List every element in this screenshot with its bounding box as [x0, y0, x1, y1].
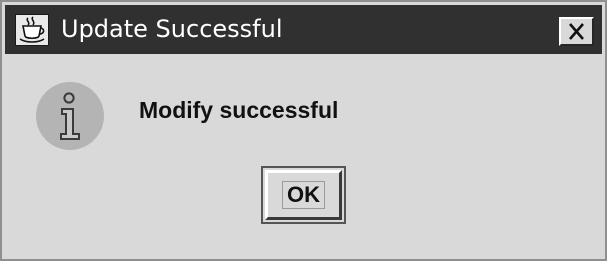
update-successful-dialog: Update Successful Modify successful OK [0, 0, 607, 261]
ok-button-label: OK [287, 182, 320, 207]
ok-button-frame: OK [261, 166, 346, 224]
title-bar[interactable]: Update Successful [5, 5, 602, 54]
java-cup-icon [15, 14, 49, 46]
ok-button[interactable]: OK [265, 170, 342, 220]
ok-focus-ring: OK [282, 181, 325, 209]
close-icon [569, 23, 584, 40]
message-text: Modify successful [139, 97, 339, 123]
close-button[interactable] [559, 17, 594, 46]
dialog-title: Update Successful [61, 15, 283, 43]
information-icon [35, 81, 105, 151]
